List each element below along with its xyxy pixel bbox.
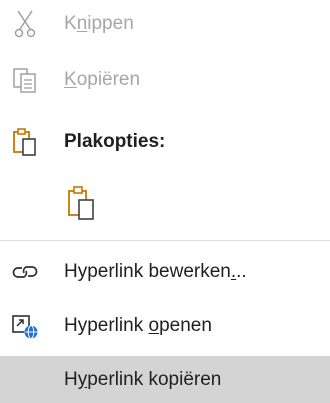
menu-item-copy-hyperlink[interactable]: Hyperlink kopiëren bbox=[0, 356, 330, 403]
menu-separator bbox=[0, 240, 330, 241]
menu-item-copy-label: Kopiëren bbox=[64, 69, 141, 90]
paste-options-label: Plakopties: bbox=[64, 131, 166, 152]
menu-item-edit-hyperlink[interactable]: Hyperlink bewerken... bbox=[0, 252, 330, 292]
menu-item-cut-label: Knippen bbox=[64, 13, 134, 34]
paste-keep-source-button[interactable] bbox=[56, 178, 116, 228]
open-link-icon bbox=[8, 309, 42, 343]
paste-options-header: Plakopties: bbox=[0, 122, 330, 162]
menu-item-open-hyperlink[interactable]: Hyperlink openen bbox=[0, 306, 330, 346]
menu-item-open-hyperlink-label: Hyperlink openen bbox=[64, 315, 212, 336]
clipboard-paste-icon bbox=[64, 186, 98, 220]
scissors-icon bbox=[8, 7, 42, 41]
menu-item-edit-hyperlink-label: Hyperlink bewerken... bbox=[64, 261, 247, 282]
menu-item-copy-hyperlink-label: Hyperlink kopiëren bbox=[64, 368, 222, 390]
clipboard-icon bbox=[8, 125, 42, 159]
menu-item-copy[interactable]: Kopiëren bbox=[0, 60, 330, 100]
menu-item-cut[interactable]: Knippen bbox=[0, 4, 330, 44]
context-menu: Knippen Kopiëren Plakopties: Hyperlink b… bbox=[0, 0, 330, 403]
link-icon bbox=[8, 255, 42, 289]
copy-icon bbox=[8, 63, 42, 97]
